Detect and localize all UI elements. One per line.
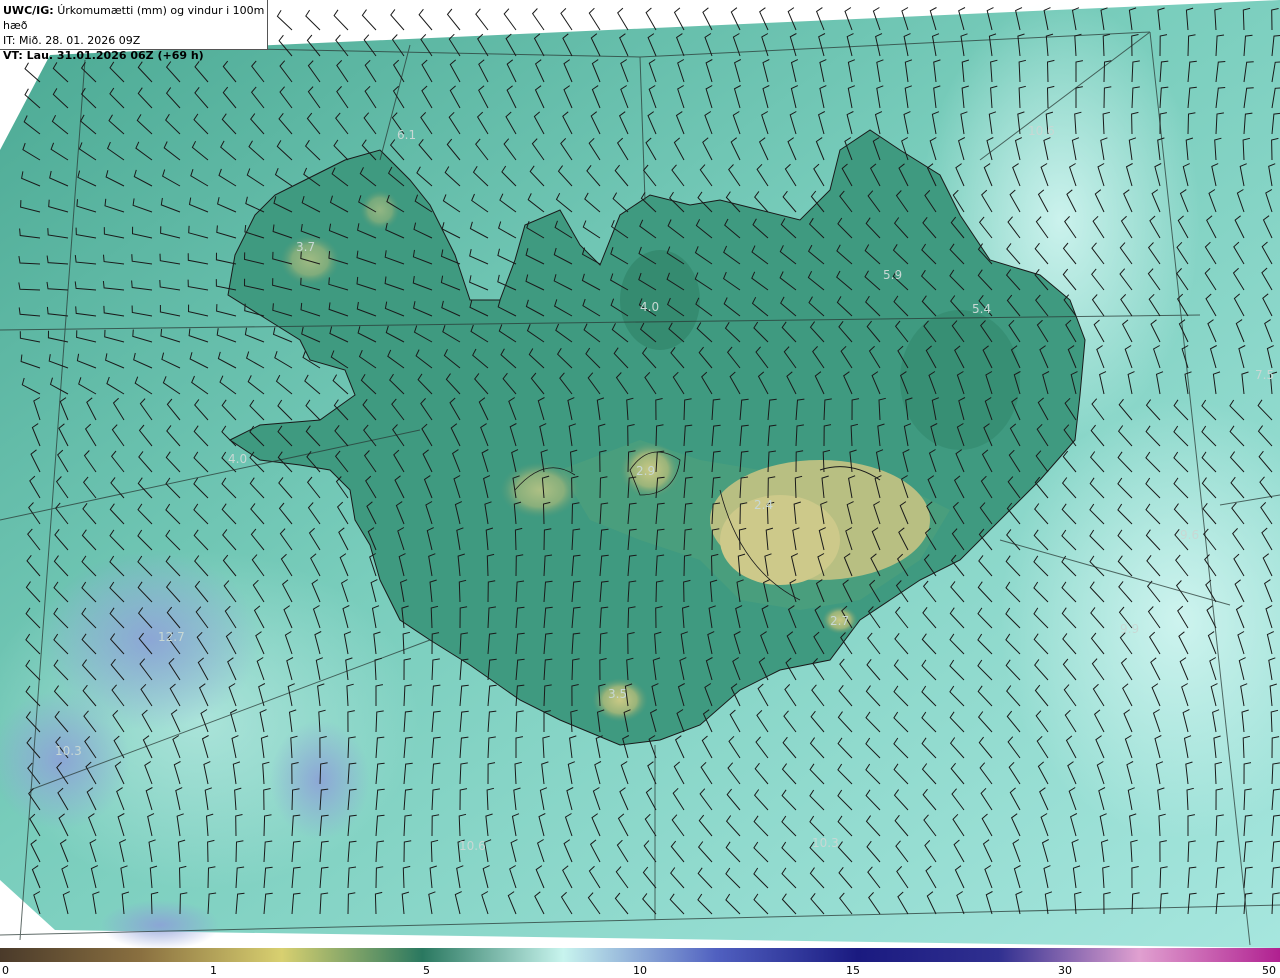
value-label: 7.5 <box>1255 368 1274 382</box>
colorbar-tick: 15 <box>846 964 860 977</box>
value-label: 5.4 <box>972 302 991 316</box>
value-label: 10.3 <box>812 836 839 850</box>
value-label: 12.7 <box>158 630 185 644</box>
colorbar-tick: 5 <box>423 964 430 977</box>
colorbar-tick: 10 <box>633 964 647 977</box>
colorbar-tick: 50 <box>1262 964 1276 977</box>
initial-time: IT: Mið. 28. 01. 2026 09Z <box>3 34 141 47</box>
value-label: 10.6 <box>459 839 486 853</box>
colorbar-tick: 1 <box>210 964 217 977</box>
colorbar-tick: 0 <box>2 964 9 977</box>
model-name: UWC/IG: <box>3 4 54 17</box>
value-label: 5.9 <box>883 268 902 282</box>
value-label: 9.9 <box>1120 622 1139 636</box>
value-label: 2.4 <box>754 498 773 512</box>
value-label: 9.6 <box>1180 528 1199 542</box>
value-label: 10.6 <box>1028 124 1055 138</box>
colorbar-tick: 30 <box>1058 964 1072 977</box>
colorbar: 0 1 5 10 15 30 50 <box>0 948 1280 978</box>
value-label: 6.1 <box>397 128 416 142</box>
value-label: 4.0 <box>228 452 247 466</box>
header-title-line: UWC/IG: Úrkomumætti (mm) og vindur i 100… <box>3 3 267 33</box>
value-label: 10.3 <box>55 744 82 758</box>
value-label: 3.7 <box>296 240 315 254</box>
colorbar-ramp <box>0 948 1280 962</box>
valid-time: VT: Lau. 31.01.2026 06Z (+69 h) <box>3 49 204 62</box>
value-label: 2.9 <box>636 464 655 478</box>
map-header: UWC/IG: Úrkomumætti (mm) og vindur i 100… <box>0 0 268 62</box>
value-label: 3.5 <box>608 687 627 701</box>
value-label: 2.7 <box>830 614 849 628</box>
value-label: 4.0 <box>640 300 659 314</box>
precipitation-map: 6.1 10.6 3.7 4.0 5.9 5.4 7.5 4.0 2.9 2.4… <box>0 0 1280 948</box>
